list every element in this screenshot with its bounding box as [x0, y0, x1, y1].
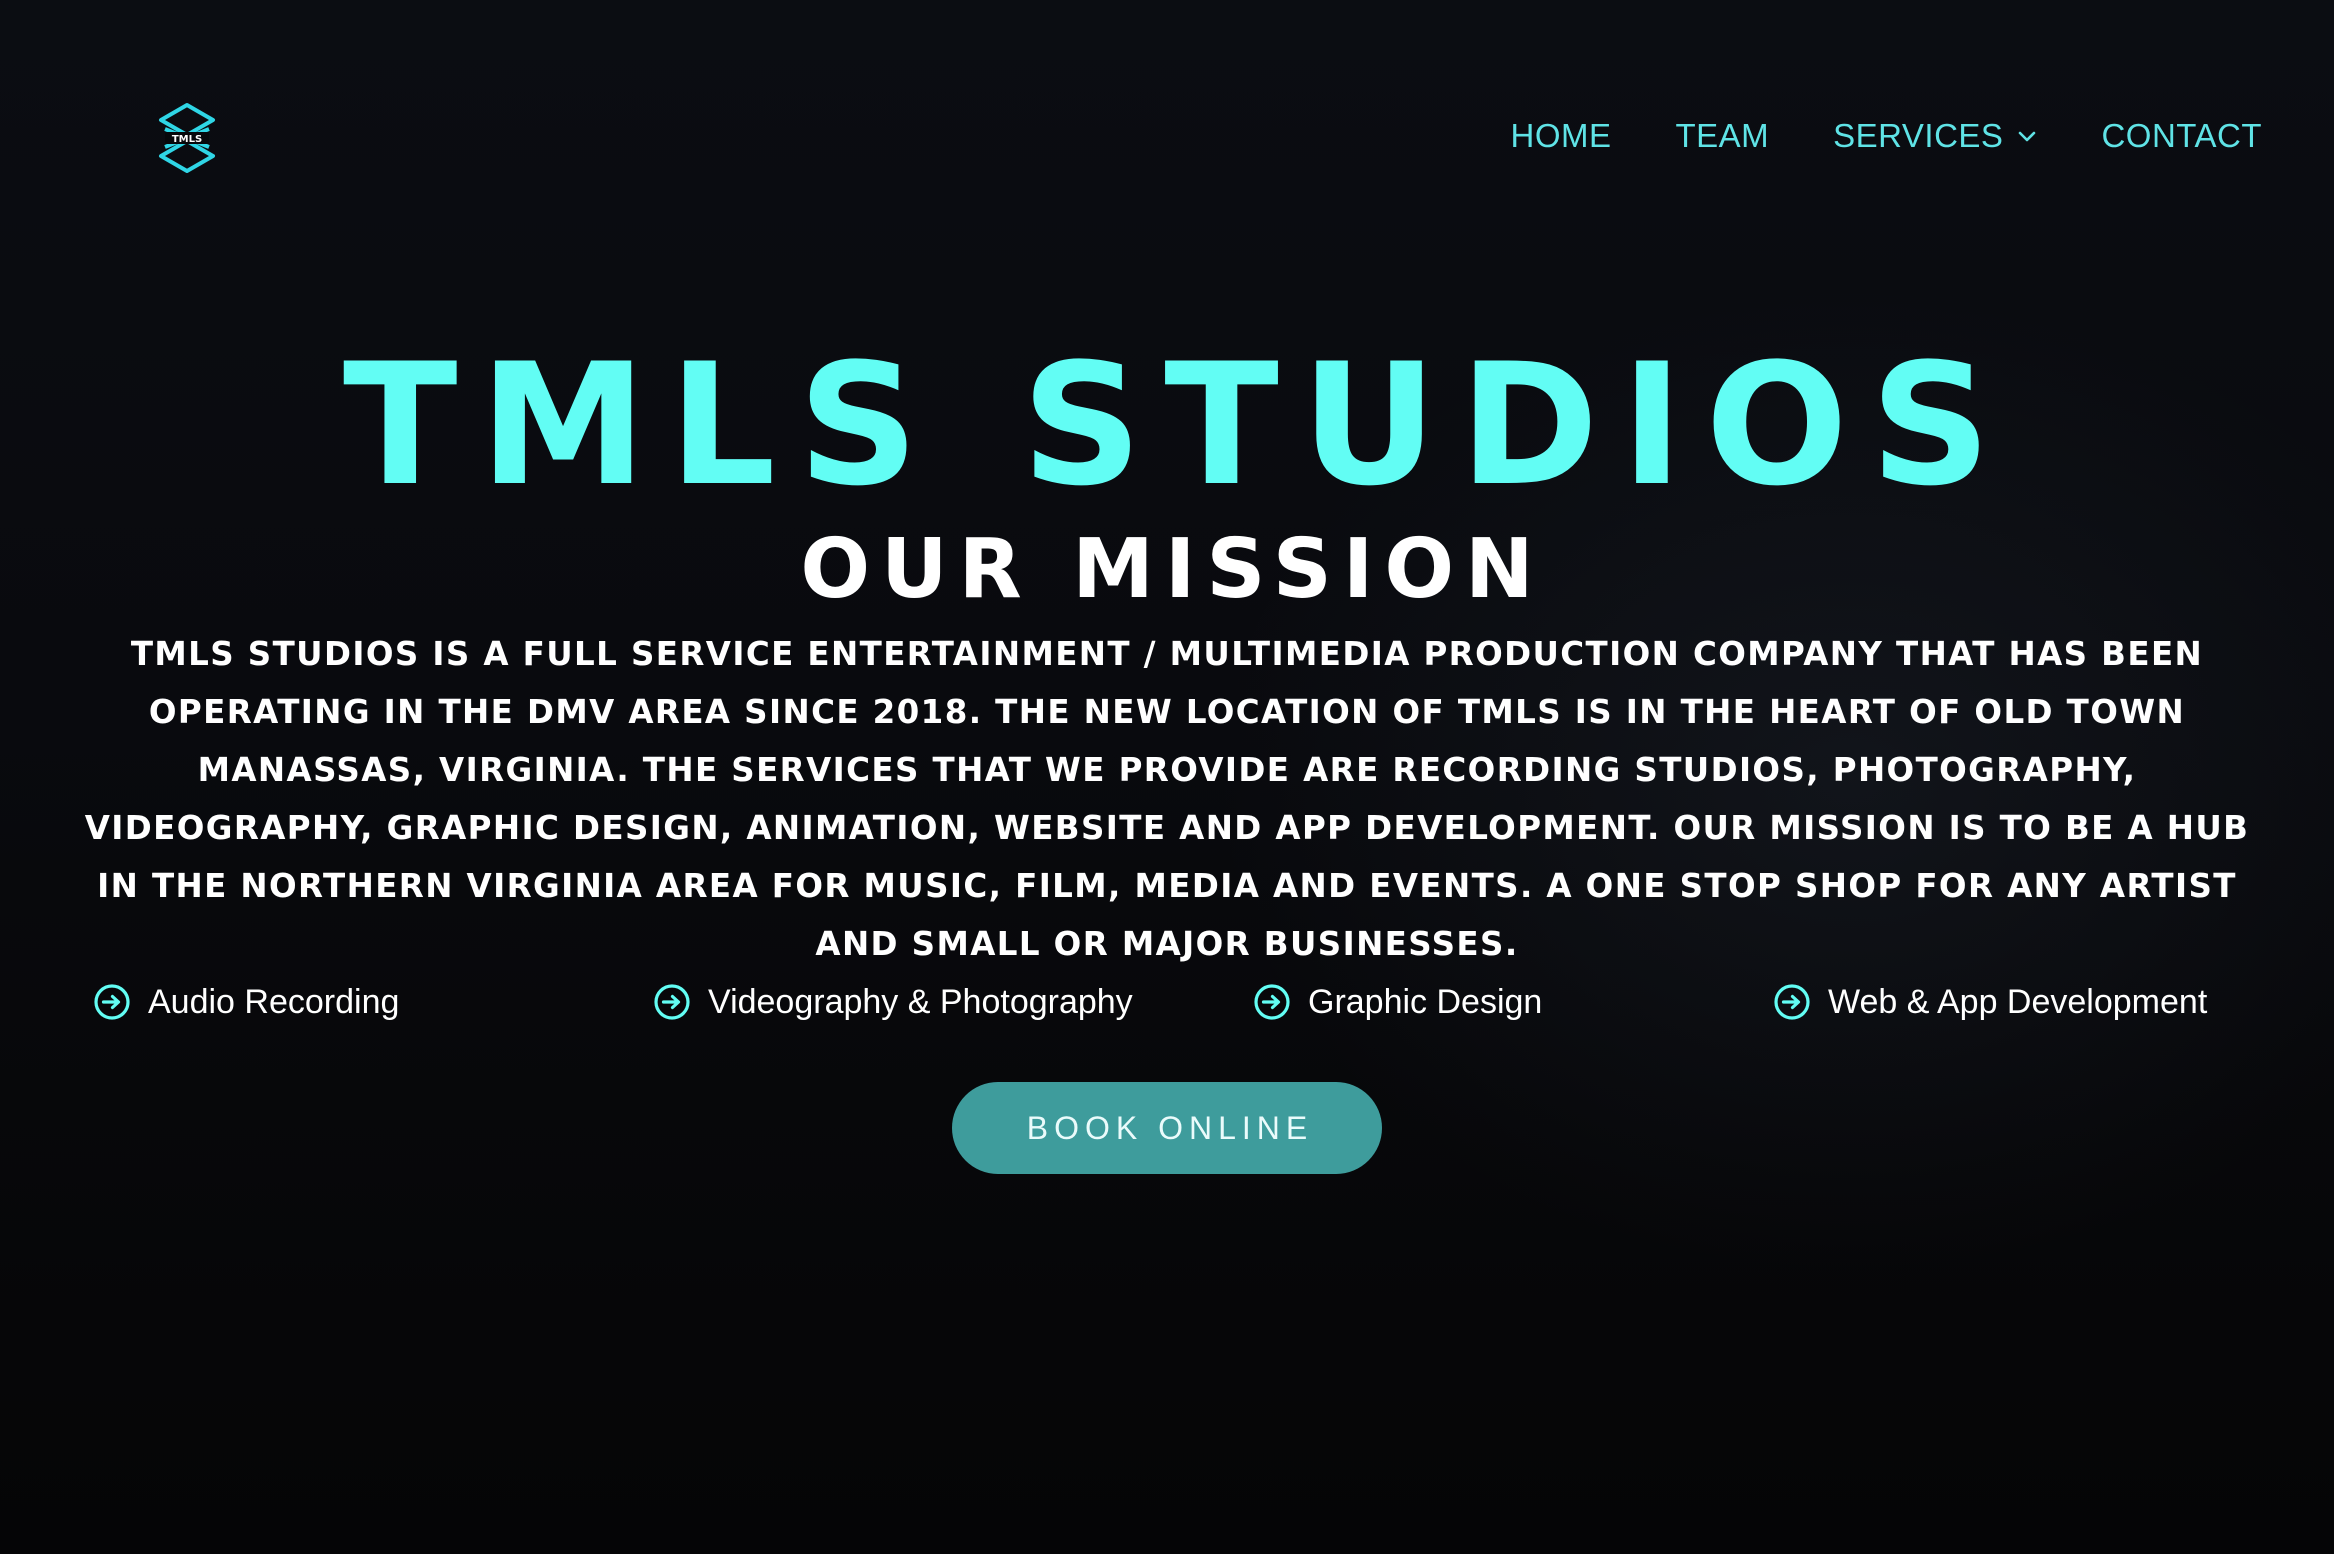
mission-description: TMLS STUDIOS IS A FULL SERVICE ENTERTAIN…	[84, 635, 2250, 963]
logo-text: TMLS	[172, 134, 202, 145]
service-label: Audio Recording	[148, 983, 400, 1021]
service-item-videography-photography: Videography & Photography	[653, 978, 1133, 1026]
book-online-button[interactable]: BOOK ONLINE	[952, 1082, 1382, 1174]
hero-title: TMLS STUDIOS	[342, 327, 2014, 523]
book-online-label: BOOK ONLINE	[1026, 1109, 1314, 1146]
service-label: Web & App Development	[1828, 983, 2208, 1021]
nav-team[interactable]: TEAM	[1675, 112, 1769, 160]
arrow-circle-right-icon	[653, 983, 691, 1021]
service-item-graphic-design: Graphic Design	[1253, 978, 1542, 1026]
nav-services-label: SERVICES	[1833, 117, 2004, 154]
arrow-circle-right-icon	[1773, 983, 1811, 1021]
nav-contact-label: CONTACT	[2101, 117, 2262, 154]
main-nav: HOME TEAM SERVICES CONTACT	[1510, 112, 2262, 160]
chevron-down-icon[interactable]	[2017, 129, 2037, 143]
arrow-circle-right-icon	[1253, 983, 1291, 1021]
mission-heading: OUR MISSION	[800, 522, 1545, 617]
nav-services[interactable]: SERVICES	[1833, 112, 2037, 160]
nav-team-label: TEAM	[1675, 117, 1770, 154]
service-item-audio-recording: Audio Recording	[93, 978, 399, 1026]
arrow-circle-right-icon	[93, 983, 131, 1021]
service-label: Videography & Photography	[708, 983, 1133, 1021]
logo[interactable]: TMLS	[156, 102, 218, 174]
nav-contact[interactable]: CONTACT	[2101, 112, 2262, 160]
tmls-logo-icon: TMLS	[159, 103, 215, 173]
service-label: Graphic Design	[1308, 983, 1543, 1021]
nav-home[interactable]: HOME	[1510, 112, 1611, 160]
nav-home-label: HOME	[1510, 117, 1612, 154]
service-item-web-app-development: Web & App Development	[1773, 978, 2207, 1026]
